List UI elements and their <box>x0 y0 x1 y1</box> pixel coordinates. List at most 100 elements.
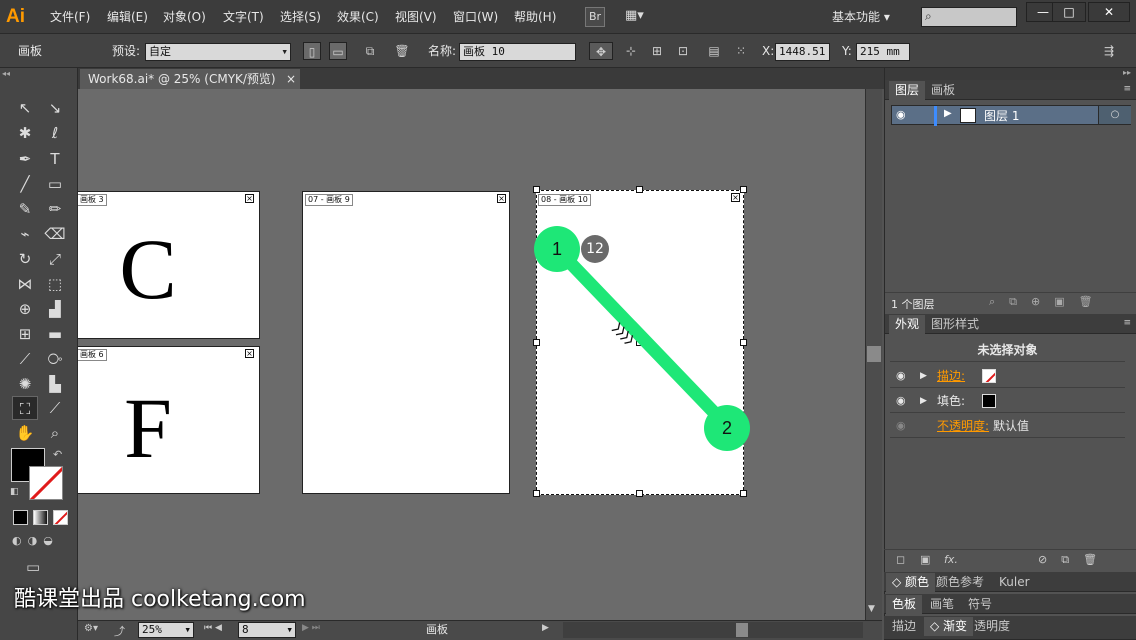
tab-kuler[interactable]: Kuler <box>993 573 1036 592</box>
blob-brush-tool-icon[interactable]: ⌁ <box>12 222 38 246</box>
fill-black-swatch[interactable] <box>982 394 996 408</box>
tab-layers[interactable]: 图层 <box>889 81 926 100</box>
column-graph-tool-icon[interactable]: ▙ <box>42 372 68 396</box>
expand-layer-icon[interactable]: ▶ <box>944 108 952 119</box>
free-transform-tool-icon[interactable]: ⬚ <box>42 272 68 296</box>
layer-target-icon[interactable]: ○ <box>1098 106 1131 124</box>
x-input[interactable]: 1448.51 r <box>775 43 830 61</box>
tab-symbols[interactable]: 符号 <box>962 595 998 614</box>
help-search-input[interactable]: ⌕ <box>921 7 1017 27</box>
paintbrush-tool-icon[interactable]: ✎ <box>12 197 38 221</box>
pen-tool-icon[interactable]: ✒ <box>12 147 38 171</box>
shape-builder-tool-icon[interactable]: ⊕ <box>12 297 38 321</box>
canvas[interactable]: 画板 3 × C 画板 6 × F 07 - 画板 9 × 08 - 画板 10… <box>78 89 865 620</box>
eraser-tool-icon[interactable]: ⌫ <box>42 222 68 246</box>
selection-tool-icon[interactable]: ↖ <box>12 96 38 120</box>
reference-point-icon[interactable]: ⁙ <box>732 42 750 60</box>
symbol-sprayer-tool-icon[interactable]: ✺ <box>12 372 38 396</box>
panel-menu-icon[interactable]: ≡ <box>1123 318 1131 328</box>
line-tool-icon[interactable]: ╱ <box>12 172 38 196</box>
slice-tool-icon[interactable]: ⟋ <box>42 396 68 420</box>
portrait-icon[interactable]: ▯ <box>303 42 321 60</box>
expand-row-icon[interactable]: ▶ <box>920 364 927 388</box>
panel-collapse-icon[interactable]: ◂◂ <box>2 70 76 78</box>
swap-fill-stroke-icon[interactable]: ↶ <box>53 448 67 462</box>
layers-footer-icons[interactable]: ⌕⧉⊕▣🗑 <box>989 295 1107 309</box>
zoom-input[interactable]: 25% ▾ <box>138 622 194 638</box>
layer-row[interactable]: ◉ ▶ 图层 1 ○ <box>891 105 1131 126</box>
expand-row-icon[interactable]: ▶ <box>920 389 927 413</box>
close-button[interactable]: ✕ <box>1088 2 1130 22</box>
landscape-icon[interactable]: ▭ <box>329 42 347 60</box>
artboard-name-input[interactable]: 画板 10 <box>459 43 576 61</box>
arrange-documents-icon[interactable]: ▦▾ <box>625 8 653 26</box>
screen-mode-icon[interactable]: ▭ <box>26 558 52 578</box>
tab-graphic-styles[interactable]: 图形样式 <box>925 315 985 334</box>
menu-type[interactable]: 文字(T) <box>223 8 264 26</box>
add-fill-icon[interactable]: ▣ <box>920 553 930 566</box>
expand-dock-icon[interactable]: ▸▸ <box>1123 68 1131 77</box>
blend-tool-icon[interactable]: ⧂ <box>42 347 68 371</box>
tab-appearance[interactable]: 外观 <box>889 315 926 334</box>
preset-select[interactable]: 自定 ▾ <box>145 43 291 61</box>
maximize-button[interactable]: □ <box>1052 2 1086 22</box>
tab-transparency[interactable]: 透明度 <box>968 617 1016 636</box>
document-tab[interactable]: Work68.ai* @ 25% (CMYK/预览) × <box>80 69 300 89</box>
menu-view[interactable]: 视图(V) <box>395 8 437 26</box>
y-input[interactable]: 215 mm <box>856 43 910 61</box>
menu-object[interactable]: 对象(O) <box>163 8 206 26</box>
tab-color[interactable]: ◇ 颜色 <box>886 573 936 592</box>
direct-selection-tool-icon[interactable]: ↘ <box>42 96 68 120</box>
first-prev-page-icon[interactable]: ⏮ ◀ <box>204 623 234 637</box>
draw-mode-icon[interactable]: ◐◑◒ <box>12 534 68 550</box>
width-tool-icon[interactable]: ⋈ <box>12 272 38 296</box>
tab-swatches[interactable]: 色板 <box>886 595 923 614</box>
visibility-eye-icon[interactable]: ◉ <box>896 414 906 438</box>
status-menu-icon[interactable]: ▶ <box>542 623 552 637</box>
page-input[interactable]: 8 ▾ <box>238 622 296 638</box>
tab-artboards[interactable]: 画板 <box>925 81 961 100</box>
perspective-grid-tool-icon[interactable]: ▟ <box>42 297 68 321</box>
menu-help[interactable]: 帮助(H) <box>514 8 556 26</box>
menu-window[interactable]: 窗口(W) <box>453 8 498 26</box>
cross-hairs-icon[interactable]: ⊞ <box>648 42 666 60</box>
gradient-mode-icon[interactable] <box>33 510 48 525</box>
bridge-button[interactable]: Br <box>585 7 605 27</box>
workspace-switcher[interactable]: 基本功能 ▾ <box>832 8 890 26</box>
visibility-eye-icon[interactable]: ◉ <box>896 364 906 388</box>
menu-effect[interactable]: 效果(C) <box>337 8 379 26</box>
move-copy-artwork-icon[interactable]: ✥ <box>589 42 613 60</box>
delete-artboard-icon[interactable]: 🗑 <box>393 42 411 60</box>
new-artboard-icon[interactable]: ⧉ <box>361 42 379 60</box>
lasso-tool-icon[interactable]: ℓ <box>42 121 68 145</box>
next-last-page-icon[interactable]: ▶ ⏭ <box>302 623 332 637</box>
default-fill-stroke-icon[interactable]: ◧ <box>10 487 22 499</box>
menu-edit[interactable]: 编辑(E) <box>107 8 148 26</box>
rotate-tool-icon[interactable]: ↻ <box>12 247 38 271</box>
artboard-tool-icon[interactable]: ⛶ <box>12 396 38 420</box>
panel-menu-icon[interactable]: ≡ <box>1123 84 1131 94</box>
stroke-label[interactable]: 描边: <box>937 364 965 388</box>
tab-gradient[interactable]: ◇ 渐变 <box>924 617 974 636</box>
none-mode-icon[interactable] <box>53 510 68 525</box>
vertical-scrollbar[interactable]: ▼ <box>865 89 882 620</box>
stroke-none-swatch[interactable] <box>982 369 996 383</box>
color-mode-icon[interactable] <box>13 510 28 525</box>
pencil-tool-icon[interactable]: ✏ <box>42 197 68 221</box>
visibility-eye-icon[interactable]: ◉ <box>896 108 906 121</box>
menu-file[interactable]: 文件(F) <box>50 8 90 26</box>
add-stroke-icon[interactable]: ◻ <box>896 553 905 566</box>
center-mark-icon[interactable]: ⊹ <box>622 42 640 60</box>
zoom-tool-icon[interactable]: ⌕ <box>42 421 68 445</box>
rectangle-tool-icon[interactable]: ▭ <box>42 172 68 196</box>
scroll-thumb[interactable] <box>736 623 748 637</box>
opacity-label[interactable]: 不透明度: <box>937 414 989 438</box>
magic-wand-tool-icon[interactable]: ✱ <box>12 121 38 145</box>
scroll-down-icon[interactable]: ▼ <box>868 604 880 616</box>
share-icon[interactable]: ⤴ <box>114 623 130 638</box>
tab-stroke[interactable]: 描边 <box>886 617 922 636</box>
appearance-opacity-row[interactable]: ◉ 不透明度: 默认值 <box>890 414 1125 438</box>
close-tab-icon[interactable]: × <box>286 69 296 89</box>
appearance-stroke-row[interactable]: ◉ ▶ 描边: <box>890 364 1125 388</box>
artboard-options-icon[interactable]: ▤ <box>705 42 723 60</box>
